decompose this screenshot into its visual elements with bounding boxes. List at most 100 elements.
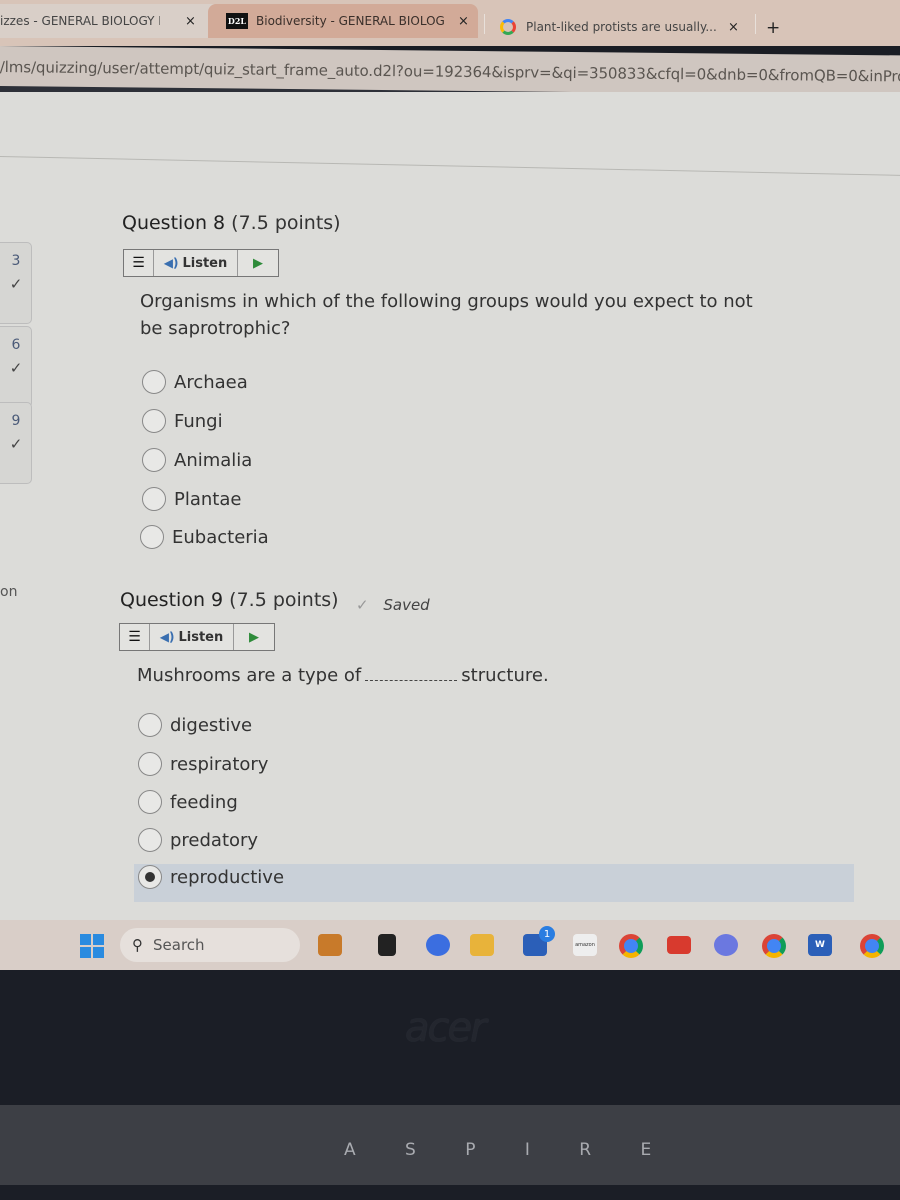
radio-button[interactable] — [140, 525, 164, 549]
close-tab-icon[interactable]: × — [185, 14, 196, 29]
option-label: Plantae — [174, 488, 242, 510]
file-explorer-icon[interactable] — [470, 934, 494, 956]
copilot-icon[interactable] — [714, 934, 738, 956]
menu-icon[interactable]: ☰ — [124, 250, 154, 276]
saved-status: ✓ Saved — [356, 596, 430, 614]
quiz-page: 3 ✓ 6 ✓ 9 ✓ on Question 8 (7.5 points) ☰… — [0, 92, 900, 922]
laptop-bezel: acer A S P I R E — [0, 970, 900, 1200]
browser-tab-strip: izzes - GENERAL BIOLOGY I × D2L Biodiver… — [0, 0, 900, 46]
option-archaea[interactable]: Archaea — [142, 370, 248, 394]
option-reproductive[interactable]: reproductive — [138, 865, 284, 889]
listen-button[interactable]: ◀) Listen — [154, 250, 238, 276]
speaker-icon: ◀) — [159, 630, 175, 644]
option-digestive[interactable]: digestive — [138, 713, 252, 737]
google-logo-icon: G — [500, 19, 516, 35]
microsoft-store-icon[interactable]: 1 — [523, 926, 555, 956]
word-icon[interactable]: W — [808, 934, 832, 956]
chrome-icon[interactable] — [619, 934, 643, 958]
close-tab-icon[interactable]: × — [728, 20, 739, 35]
header-divider — [0, 156, 900, 177]
amazon-icon[interactable]: amazon — [573, 934, 597, 956]
tab-title: Plant-liked protists are usually... — [526, 20, 716, 34]
aspire-label: A S P I R E — [344, 1140, 674, 1160]
option-predatory[interactable]: predatory — [138, 828, 258, 852]
option-label: predatory — [170, 829, 259, 851]
radio-button[interactable] — [142, 448, 166, 472]
tab-quizzes[interactable]: izzes - GENERAL BIOLOGY I × — [0, 4, 215, 38]
screen: izzes - GENERAL BIOLOGY I × D2L Biodiver… — [0, 0, 900, 1200]
question-8-text: Organisms in which of the following grou… — [140, 291, 753, 339]
notification-badge: 1 — [539, 926, 555, 942]
task-view-icon[interactable] — [378, 934, 396, 956]
chrome-profile-2-icon[interactable] — [860, 934, 884, 958]
radio-button-selected[interactable] — [138, 865, 162, 889]
windows-start-icon[interactable] — [80, 934, 104, 958]
question-title: Question 9 — [120, 589, 224, 611]
chrome-profile-icon[interactable] — [762, 934, 786, 958]
question-points: (7.5 points) — [229, 589, 339, 611]
radio-button[interactable] — [138, 790, 162, 814]
option-feeding[interactable]: feeding — [138, 790, 238, 814]
answered-check-icon: ✓ — [9, 435, 23, 453]
option-animalia[interactable]: Animalia — [142, 448, 252, 472]
question-9-title: Question 9 (7.5 points) — [120, 589, 339, 611]
tab-google-search[interactable]: G Plant-liked protists are usually... × — [488, 10, 758, 44]
tab-separator — [484, 14, 485, 34]
radio-button[interactable] — [142, 370, 166, 394]
option-label: Fungi — [174, 410, 223, 432]
play-icon[interactable]: ▶ — [238, 250, 278, 276]
option-label: Animalia — [174, 449, 253, 471]
close-tab-icon[interactable]: × — [458, 14, 469, 29]
radio-button[interactable] — [138, 752, 162, 776]
question-text-after: structure. — [461, 665, 549, 686]
question-title: Question 8 — [122, 212, 226, 234]
radio-button[interactable] — [142, 409, 166, 433]
speaker-icon: ◀) — [163, 256, 179, 270]
listen-button[interactable]: ◀) Listen — [150, 624, 234, 650]
question-number: 3 — [11, 253, 21, 269]
listen-label: Listen — [182, 255, 228, 271]
question-text-before: Mushrooms are a type of — [137, 665, 362, 686]
menu-icon[interactable]: ☰ — [120, 624, 150, 650]
question-number: 9 — [11, 413, 21, 429]
question-nav-9[interactable]: 9 ✓ — [0, 402, 32, 484]
play-icon[interactable]: ▶ — [234, 624, 274, 650]
youtube-icon[interactable] — [667, 936, 691, 954]
acer-logo: acer — [405, 1005, 487, 1051]
listen-toolbar: ☰ ◀) Listen ▶ — [123, 249, 279, 277]
question-9-text: Mushrooms are a type of structure. — [137, 662, 637, 689]
option-label: Eubacteria — [172, 526, 269, 548]
option-fungi[interactable]: Fungi — [142, 409, 223, 433]
option-label: respiratory — [170, 753, 269, 775]
tab-biodiversity[interactable]: D2L Biodiversity - GENERAL BIOLOG × — [208, 4, 478, 38]
radio-button[interactable] — [138, 713, 162, 737]
taskbar-search-box[interactable]: ⚲ Search — [120, 928, 300, 962]
tab-title: Biodiversity - GENERAL BIOLOG — [256, 14, 445, 28]
option-eubacteria[interactable]: Eubacteria — [140, 525, 269, 549]
question-number: 6 — [11, 337, 21, 353]
question-nav-6[interactable]: 6 ✓ — [0, 326, 32, 408]
tab-title: izzes - GENERAL BIOLOGY I — [0, 14, 160, 28]
search-placeholder: Search — [153, 936, 205, 954]
radio-button[interactable] — [142, 487, 166, 511]
tab-separator — [755, 14, 756, 34]
answered-check-icon: ✓ — [9, 359, 23, 377]
url-text[interactable]: /lms/quizzing/user/attempt/quiz_start_fr… — [0, 58, 900, 86]
option-plantae[interactable]: Plantae — [142, 487, 241, 511]
meet-icon[interactable] — [426, 934, 450, 956]
question-nav-3[interactable]: 3 ✓ — [0, 242, 32, 324]
listen-label: Listen — [178, 629, 224, 645]
question-points: (7.5 points) — [231, 212, 341, 234]
answered-check-icon: ✓ — [9, 275, 23, 293]
d2l-logo-icon: D2L — [226, 13, 248, 29]
saved-label: Saved — [383, 596, 430, 614]
listen-toolbar: ☰ ◀) Listen ▶ — [119, 623, 275, 651]
option-label: Archaea — [174, 371, 248, 393]
new-tab-button[interactable]: + — [766, 18, 780, 38]
option-respiratory[interactable]: respiratory — [138, 752, 268, 776]
sidebar-label-partial: on — [0, 584, 18, 600]
radio-button[interactable] — [138, 828, 162, 852]
radio-dot — [145, 872, 155, 882]
briefcase-icon[interactable] — [318, 934, 342, 956]
option-label: reproductive — [170, 866, 285, 888]
